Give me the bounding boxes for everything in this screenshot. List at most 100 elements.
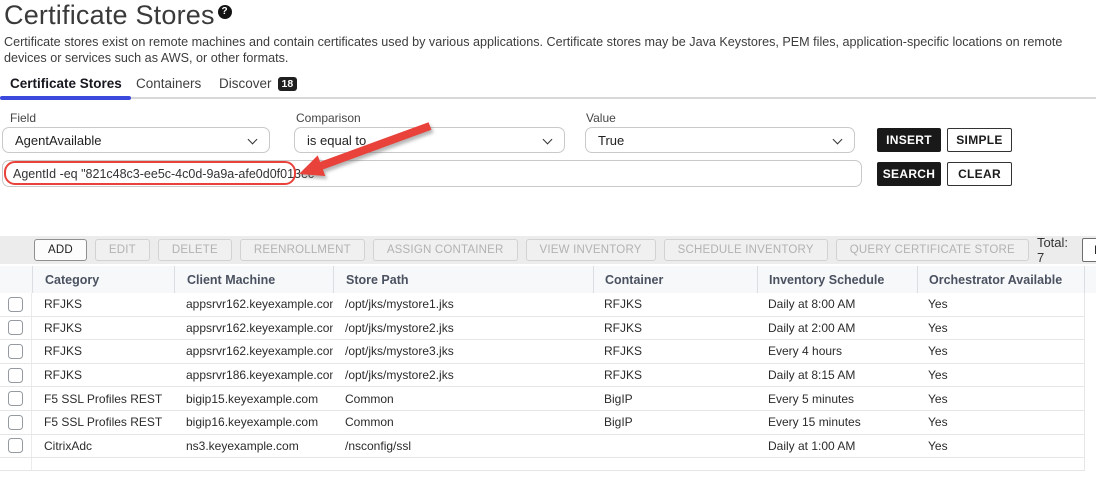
column-header-inventory-schedule[interactable]: Inventory Schedule bbox=[757, 266, 917, 293]
column-header-category[interactable]: Category bbox=[32, 266, 174, 293]
schedule-inventory-button[interactable]: SCHEDULE INVENTORY bbox=[664, 239, 828, 261]
table-row[interactable]: F5 SSL Profiles REST bigip16.keyexample.… bbox=[0, 411, 1085, 435]
column-header-container[interactable]: Container bbox=[593, 266, 757, 293]
cell-inventory-schedule: Daily at 8:15 AM bbox=[757, 368, 917, 382]
cell-store-path: /opt/jks/mystore2.jks bbox=[333, 321, 593, 335]
tab-discover[interactable]: Discover 18 bbox=[219, 76, 297, 91]
chevron-down-icon bbox=[833, 135, 843, 145]
value-select[interactable]: True bbox=[585, 127, 855, 153]
cell-container: RFJKS bbox=[593, 297, 757, 311]
add-button[interactable]: ADD bbox=[34, 239, 87, 261]
field-label: Field bbox=[10, 111, 36, 125]
tab-bar: Certificate Stores Containers Discover 18 bbox=[0, 72, 1096, 102]
refresh-button[interactable]: REFRESH bbox=[1082, 238, 1096, 262]
cell-store-path: /opt/jks/mystore2.jks bbox=[333, 368, 593, 382]
reenrollment-button[interactable]: REENROLLMENT bbox=[240, 239, 365, 261]
row-checkbox[interactable] bbox=[8, 344, 23, 359]
clear-button[interactable]: CLEAR bbox=[947, 162, 1012, 186]
checkbox-cell bbox=[0, 364, 32, 387]
row-checkbox[interactable] bbox=[8, 391, 23, 406]
row-checkbox[interactable] bbox=[8, 297, 23, 312]
tab-bar-divider bbox=[0, 97, 1096, 99]
row-checkbox[interactable] bbox=[8, 415, 23, 430]
table-row[interactable]: RFJKS appsrvr162.keyexample.com /opt/jks… bbox=[0, 340, 1085, 364]
cell-orchestrator-available: Yes bbox=[917, 364, 1085, 387]
table-row[interactable]: CitrixAdc ns3.keyexample.com /nsconfig/s… bbox=[0, 435, 1085, 459]
cell-orchestrator-available: Yes bbox=[917, 317, 1085, 340]
tab-containers[interactable]: Containers bbox=[136, 76, 201, 91]
query-input[interactable] bbox=[2, 160, 862, 187]
tab-certificate-stores[interactable]: Certificate Stores bbox=[10, 76, 122, 91]
cell-orchestrator-available: Yes bbox=[917, 340, 1085, 363]
cell-container: RFJKS bbox=[593, 344, 757, 358]
cell-category: RFJKS bbox=[32, 344, 174, 358]
table-row[interactable]: RFJKS appsrvr162.keyexample.com /opt/jks… bbox=[0, 293, 1085, 317]
value-label: Value bbox=[586, 111, 616, 125]
assign-container-button[interactable]: ASSIGN CONTAINER bbox=[373, 239, 518, 261]
tab-discover-label: Discover bbox=[219, 76, 272, 91]
query-certificate-store-button[interactable]: QUERY CERTIFICATE STORE bbox=[836, 239, 1029, 261]
field-select[interactable]: AgentAvailable bbox=[2, 127, 270, 153]
table-row[interactable]: RFJKS appsrvr186.keyexample.com /opt/jks… bbox=[0, 364, 1085, 388]
page-title-text: Certificate Stores bbox=[4, 0, 215, 30]
cell-inventory-schedule: Every 4 hours bbox=[757, 344, 917, 358]
column-header-orchestrator-available[interactable]: Orchestrator Available bbox=[917, 266, 1085, 293]
cell-store-path: Common bbox=[333, 392, 593, 406]
empty-table-row bbox=[0, 458, 1085, 471]
field-select-value: AgentAvailable bbox=[15, 133, 102, 148]
chevron-down-icon bbox=[543, 135, 553, 145]
row-checkbox[interactable] bbox=[8, 438, 23, 453]
cell-client-machine: appsrvr162.keyexample.com bbox=[174, 344, 333, 358]
checkbox-cell bbox=[0, 435, 32, 458]
discover-count-badge: 18 bbox=[278, 77, 298, 91]
view-inventory-button[interactable]: VIEW INVENTORY bbox=[526, 239, 656, 261]
cell-category: CitrixAdc bbox=[32, 439, 174, 453]
value-select-value: True bbox=[598, 133, 624, 148]
delete-button[interactable]: DELETE bbox=[158, 239, 232, 261]
cell-container: BigIP bbox=[593, 392, 757, 406]
cell-store-path: Common bbox=[333, 415, 593, 429]
comparison-select-value: is equal to bbox=[307, 133, 366, 148]
search-button[interactable]: SEARCH bbox=[877, 162, 941, 186]
cell-store-path: /opt/jks/mystore3.jks bbox=[333, 344, 593, 358]
total-count: Total: 7 bbox=[1037, 235, 1068, 265]
checkbox-cell bbox=[0, 293, 32, 316]
help-icon[interactable]: ? bbox=[218, 5, 232, 19]
simple-button[interactable]: SIMPLE bbox=[947, 128, 1012, 152]
page-description: Certificate stores exist on remote machi… bbox=[4, 34, 1078, 67]
cell-inventory-schedule: Daily at 2:00 AM bbox=[757, 321, 917, 335]
cell-store-path: /nsconfig/ssl bbox=[333, 439, 593, 453]
cell-orchestrator-available: Yes bbox=[917, 435, 1085, 458]
table-body: RFJKS appsrvr162.keyexample.com /opt/jks… bbox=[0, 293, 1096, 471]
row-checkbox[interactable] bbox=[8, 320, 23, 335]
edit-button[interactable]: EDIT bbox=[95, 239, 150, 261]
cell-category: F5 SSL Profiles REST bbox=[32, 415, 174, 429]
comparison-label: Comparison bbox=[296, 111, 361, 125]
table-row[interactable]: F5 SSL Profiles REST bigip15.keyexample.… bbox=[0, 387, 1085, 411]
cell-inventory-schedule: Every 15 minutes bbox=[757, 415, 917, 429]
cell-inventory-schedule: Daily at 1:00 AM bbox=[757, 439, 917, 453]
checkbox-cell bbox=[0, 387, 32, 410]
cell-orchestrator-available: Yes bbox=[917, 387, 1085, 410]
cell-container: BigIP bbox=[593, 415, 757, 429]
checkbox-cell bbox=[0, 411, 32, 434]
column-header-client-machine[interactable]: Client Machine bbox=[174, 266, 333, 293]
cell-container: RFJKS bbox=[593, 321, 757, 335]
cell-orchestrator-available: Yes bbox=[917, 293, 1085, 316]
row-checkbox[interactable] bbox=[8, 368, 23, 383]
column-header-store-path[interactable]: Store Path bbox=[333, 266, 593, 293]
cell-client-machine: bigip16.keyexample.com bbox=[174, 415, 333, 429]
certificate-stores-page: Certificate Stores? Certificate stores e… bbox=[0, 0, 1096, 482]
cell-container: RFJKS bbox=[593, 368, 757, 382]
cell-category: RFJKS bbox=[32, 297, 174, 311]
cell-inventory-schedule: Every 5 minutes bbox=[757, 392, 917, 406]
cell-orchestrator-available: Yes bbox=[917, 411, 1085, 434]
checkbox-cell bbox=[0, 317, 32, 340]
grid-toolbar: ADD EDIT DELETE REENROLLMENT ASSIGN CONT… bbox=[0, 236, 1096, 264]
insert-button[interactable]: INSERT bbox=[877, 128, 941, 152]
cell-client-machine: appsrvr186.keyexample.com bbox=[174, 368, 333, 382]
table-row[interactable]: RFJKS appsrvr162.keyexample.com /opt/jks… bbox=[0, 317, 1085, 341]
active-tab-indicator bbox=[0, 96, 131, 100]
comparison-select[interactable]: is equal to bbox=[294, 127, 565, 153]
table-header: Category Client Machine Store Path Conta… bbox=[0, 266, 1096, 293]
